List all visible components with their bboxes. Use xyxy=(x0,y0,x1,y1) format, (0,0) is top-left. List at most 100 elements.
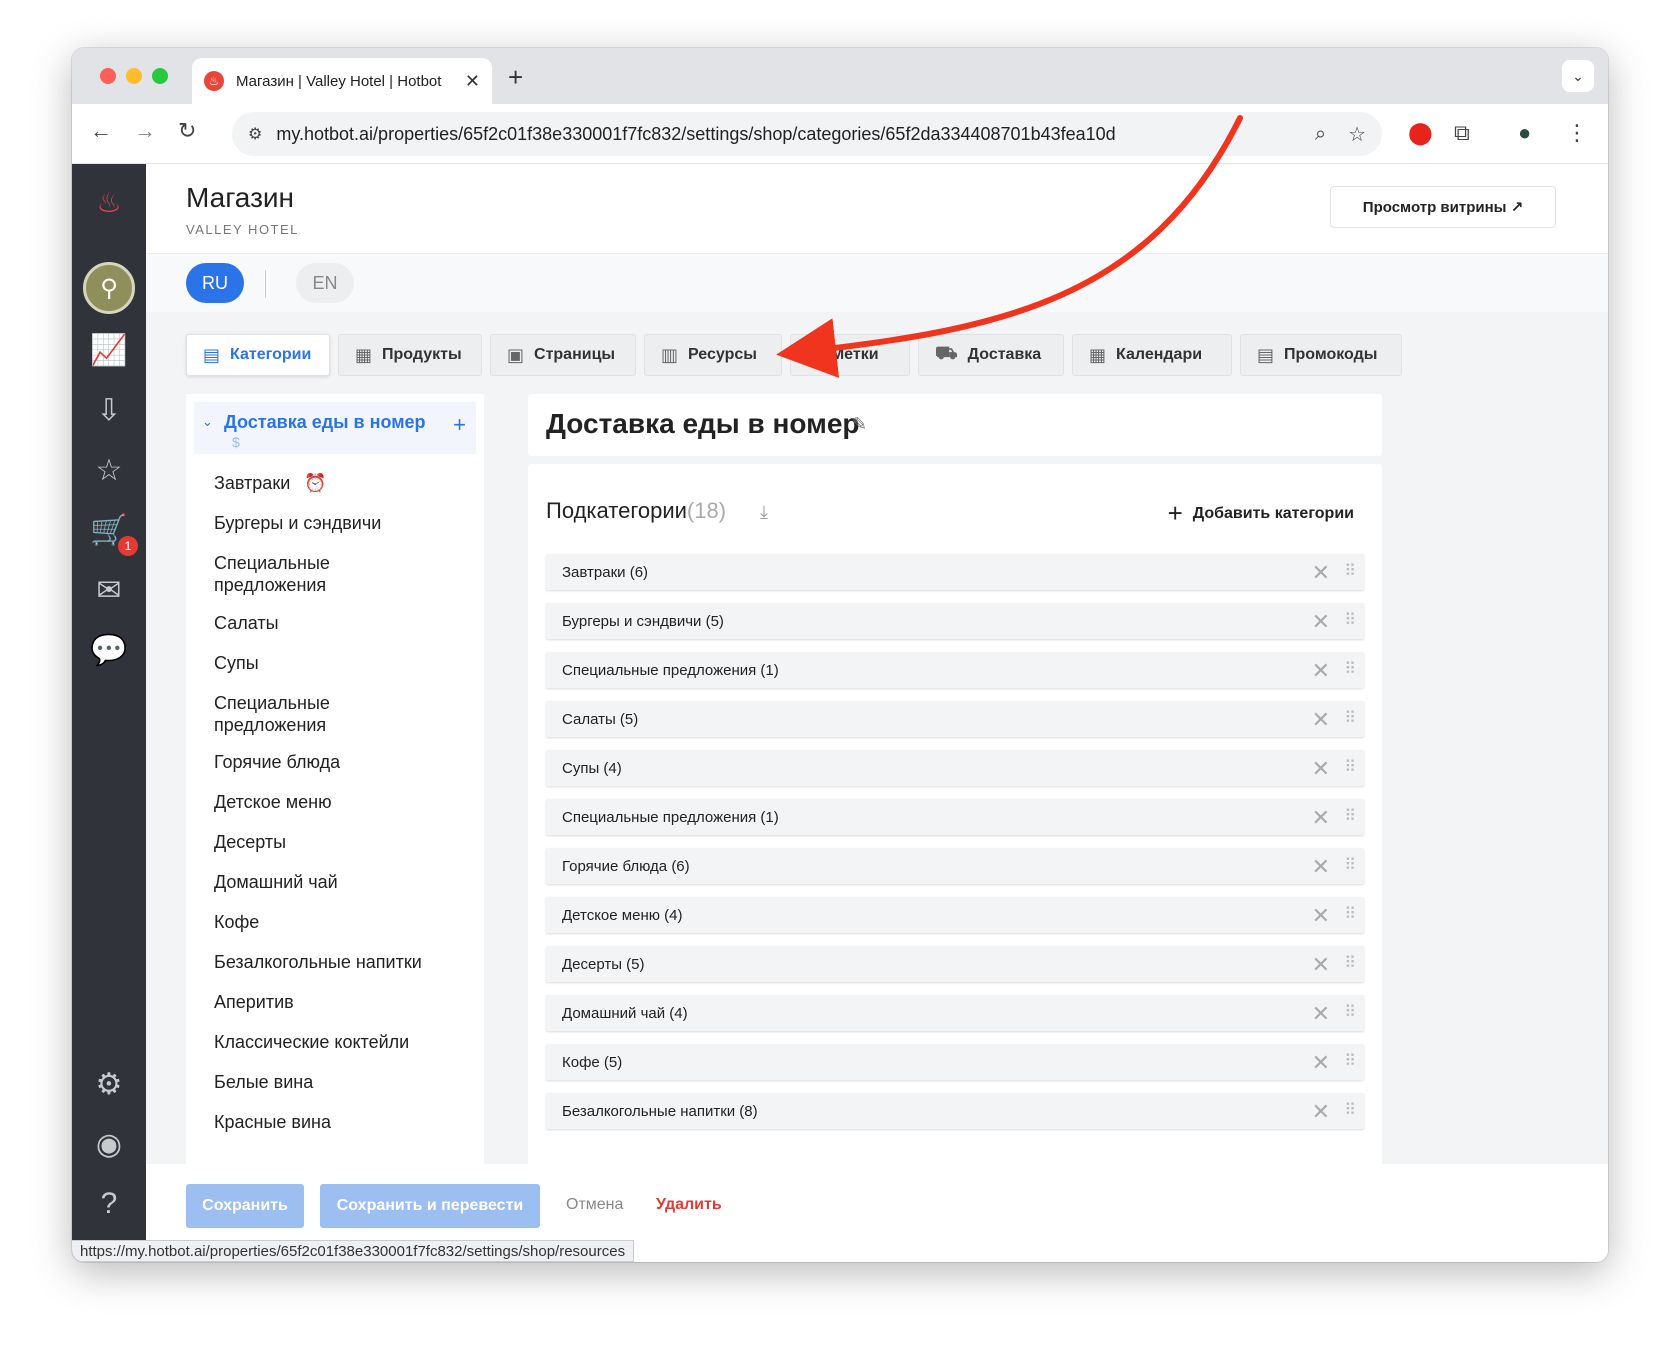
subcategory-row[interactable]: Горячие блюда (6) ✕ ⠿ xyxy=(546,848,1364,884)
close-tab-icon[interactable]: ✕ xyxy=(465,71,480,92)
analytics-icon[interactable]: 📈 xyxy=(89,330,129,370)
category-item[interactable]: Аперитив xyxy=(214,991,464,1013)
tab-search-chevron-icon[interactable]: ⌄ xyxy=(1562,60,1594,92)
subcategory-row[interactable]: Завтраки (6) ✕ ⠿ xyxy=(546,554,1364,590)
delete-button[interactable]: Удалить xyxy=(656,1196,722,1214)
category-item[interactable]: Горячие блюда xyxy=(214,751,464,773)
remove-icon[interactable]: ✕ xyxy=(1312,1050,1330,1076)
tab-delivery[interactable]: ⛟ Доставка xyxy=(918,334,1064,376)
maximize-window-button[interactable] xyxy=(152,68,168,84)
save-and-translate-button[interactable]: Сохранить и перевести xyxy=(320,1184,540,1228)
subcategory-row[interactable]: Супы (4) ✕ ⠿ xyxy=(546,750,1364,786)
remove-icon[interactable]: ✕ xyxy=(1312,707,1330,733)
remove-icon[interactable]: ✕ xyxy=(1312,609,1330,635)
lang-ru-button[interactable]: RU xyxy=(186,263,244,303)
reviews-star-icon[interactable]: ☆ xyxy=(89,450,129,490)
tab-tags[interactable]: ◈ Метки xyxy=(790,334,910,376)
edit-pencil-icon[interactable]: ✎ xyxy=(852,414,867,435)
remove-icon[interactable]: ✕ xyxy=(1312,560,1330,586)
tab-resources[interactable]: ▥ Ресурсы xyxy=(644,334,782,376)
address-bar[interactable]: ⚙ my.hotbot.ai/properties/65f2c01f38e330… xyxy=(232,112,1382,156)
forward-icon[interactable]: → xyxy=(134,118,156,144)
profile-avatar-icon[interactable]: ● xyxy=(1518,120,1531,146)
category-item[interactable]: Белые вина xyxy=(214,1071,464,1093)
subcategory-row[interactable]: Десерты (5) ✕ ⠿ xyxy=(546,946,1364,982)
category-item[interactable]: Детское меню xyxy=(214,791,464,813)
tab-products[interactable]: ▦ Продукты xyxy=(338,334,482,376)
drag-handle-icon[interactable]: ⠿ xyxy=(1344,1002,1356,1022)
remove-icon[interactable]: ✕ xyxy=(1312,903,1330,929)
chat-icon[interactable]: 💬 xyxy=(89,630,129,670)
add-category-button[interactable]: + Добавить категории xyxy=(1168,498,1354,529)
view-storefront-button[interactable]: Просмотр витрины ↗ xyxy=(1330,186,1556,228)
inbox-download-icon[interactable]: ⇩ xyxy=(89,390,129,430)
subcategory-row[interactable]: Кофе (5) ✕ ⠿ xyxy=(546,1044,1364,1080)
drag-handle-icon[interactable]: ⠿ xyxy=(1344,1100,1356,1120)
category-item[interactable]: Специальные предложения xyxy=(214,552,364,596)
cancel-button[interactable]: Отмена xyxy=(566,1196,623,1214)
help-icon[interactable]: ? xyxy=(89,1184,129,1224)
remove-icon[interactable]: ✕ xyxy=(1312,854,1330,880)
drag-handle-icon[interactable]: ⠿ xyxy=(1344,904,1356,924)
download-icon[interactable]: ⤓ xyxy=(760,502,768,523)
save-button[interactable]: Сохранить xyxy=(186,1184,304,1228)
drag-handle-icon[interactable]: ⠿ xyxy=(1344,659,1356,679)
category-item[interactable]: Классические коктейли xyxy=(214,1031,464,1053)
chevron-down-icon[interactable]: ⌄ xyxy=(202,414,213,430)
drag-handle-icon[interactable]: ⠿ xyxy=(1344,953,1356,973)
settings-gear-icon[interactable]: ⚙ xyxy=(89,1064,129,1104)
subcategory-row[interactable]: Домашний чай (4) ✕ ⠿ xyxy=(546,995,1364,1031)
subcategory-row[interactable]: Безалкогольные напитки (8) ✕ ⠿ xyxy=(546,1093,1364,1129)
new-tab-icon[interactable]: + xyxy=(508,62,523,93)
property-avatar[interactable]: ⚲ xyxy=(83,262,135,314)
reload-icon[interactable]: ↻ xyxy=(178,118,196,144)
category-item[interactable]: Супы xyxy=(214,652,464,674)
back-icon[interactable]: ← xyxy=(90,118,112,144)
category-item[interactable]: Завтраки ⏰ xyxy=(214,472,464,494)
category-item[interactable]: Кофе xyxy=(214,911,464,933)
subcategory-row[interactable]: Специальные предложения (1) ✕ ⠿ xyxy=(546,652,1364,688)
user-account-icon[interactable]: ◉ xyxy=(89,1124,129,1164)
category-root[interactable]: ⌄ Доставка еды в номер $ + xyxy=(194,402,476,454)
drag-handle-icon[interactable]: ⠿ xyxy=(1344,806,1356,826)
remove-icon[interactable]: ✕ xyxy=(1312,658,1330,684)
remove-icon[interactable]: ✕ xyxy=(1312,1001,1330,1027)
minimize-window-button[interactable] xyxy=(126,68,142,84)
tab-pages[interactable]: ▣ Страницы xyxy=(490,334,636,376)
zoom-icon[interactable]: ⌕ xyxy=(1315,123,1326,146)
drag-handle-icon[interactable]: ⠿ xyxy=(1344,855,1356,875)
remove-icon[interactable]: ✕ xyxy=(1312,756,1330,782)
tab-calendars[interactable]: ▦ Календари xyxy=(1072,334,1232,376)
remove-icon[interactable]: ✕ xyxy=(1312,952,1330,978)
drag-handle-icon[interactable]: ⠿ xyxy=(1344,561,1356,581)
drag-handle-icon[interactable]: ⠿ xyxy=(1344,757,1356,777)
close-window-button[interactable] xyxy=(100,68,116,84)
category-item[interactable]: Десерты xyxy=(214,831,464,853)
category-item[interactable]: Красные вина xyxy=(214,1111,464,1133)
lang-en-button[interactable]: EN xyxy=(296,263,354,303)
subcategory-row[interactable]: Детское меню (4) ✕ ⠿ xyxy=(546,897,1364,933)
browser-tab[interactable]: ♨ Магазин | Valley Hotel | Hotbot ✕ xyxy=(192,58,492,104)
category-item[interactable]: Специальные предложения xyxy=(214,692,364,736)
bookmark-star-icon[interactable]: ☆ xyxy=(1348,122,1366,147)
subcategory-row[interactable]: Бургеры и сэндвичи (5) ✕ ⠿ xyxy=(546,603,1364,639)
category-item[interactable]: Бургеры и сэндвичи xyxy=(214,512,464,534)
category-item[interactable]: Домашний чай xyxy=(214,871,464,893)
category-item[interactable]: Безалкогольные напитки xyxy=(214,951,464,973)
subcategory-row[interactable]: Специальные предложения (1) ✕ ⠿ xyxy=(546,799,1364,835)
hotbot-logo-icon[interactable]: ♨ xyxy=(89,182,129,222)
tab-promocodes[interactable]: ▤ Промокоды xyxy=(1240,334,1402,376)
extensions-puzzle-icon[interactable]: ⧉ xyxy=(1454,120,1470,146)
site-settings-icon[interactable]: ⚙ xyxy=(248,124,262,144)
remove-icon[interactable]: ✕ xyxy=(1312,1099,1330,1125)
category-item[interactable]: Салаты xyxy=(214,612,464,634)
mail-icon[interactable]: ✉ xyxy=(89,570,129,610)
drag-handle-icon[interactable]: ⠿ xyxy=(1344,708,1356,728)
opera-extension-icon[interactable]: ⬤ xyxy=(1408,120,1433,146)
drag-handle-icon[interactable]: ⠿ xyxy=(1344,1051,1356,1071)
add-subcategory-icon[interactable]: + xyxy=(453,412,466,438)
browser-menu-icon[interactable]: ⋮ xyxy=(1566,120,1588,146)
remove-icon[interactable]: ✕ xyxy=(1312,805,1330,831)
subcategory-row[interactable]: Салаты (5) ✕ ⠿ xyxy=(546,701,1364,737)
tab-categories[interactable]: ▤ Категории xyxy=(186,334,330,376)
